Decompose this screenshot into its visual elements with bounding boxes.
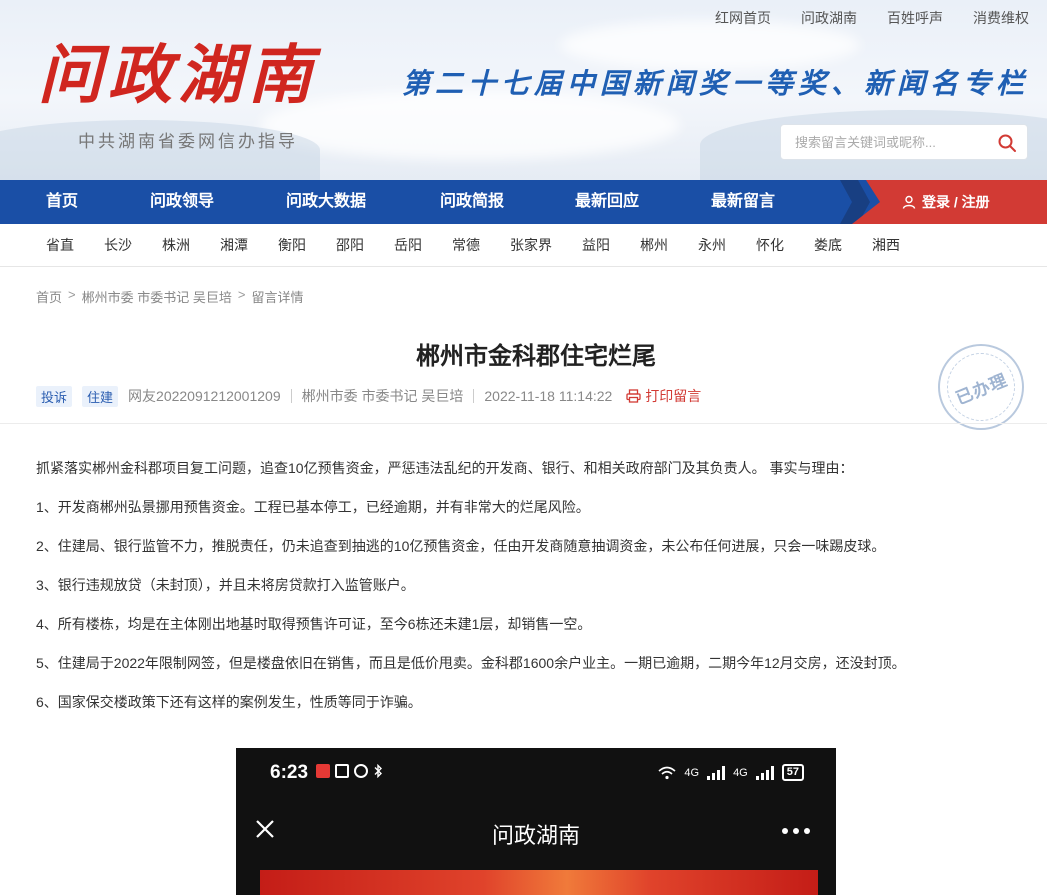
post-meta: 投诉 住建 网友2022091212001209 郴州市委 市委书记 吴巨培 2… [36, 385, 701, 407]
top-link-home[interactable]: 红网首页 [715, 8, 771, 28]
site-header: 红网首页 问政湖南 百姓呼声 消费维权 问政湖南 中共湖南省委网信办指导 第二十… [0, 0, 1047, 180]
attached-screenshot: 6:23 4G 4G 57 问政湖南 [236, 748, 836, 895]
post-paragraph: 5、住建局于2022年限制网签，但是楼盘依旧在销售，而且是低价甩卖。金科郡160… [36, 655, 906, 671]
stamp-text: 已办理 [953, 369, 1011, 408]
tag-category[interactable]: 住建 [82, 385, 119, 407]
region-item[interactable]: 邵阳 [336, 224, 364, 267]
post-paragraph: 1、开发商郴州弘景挪用预售资金。工程已基本停工，已经逾期，并有非常大的烂尾风险。 [36, 499, 590, 515]
breadcrumb-current: 留言详情 [251, 290, 304, 305]
breadcrumb: 首页 > 郴州市委 市委书记 吴巨培 > 留言详情 [36, 287, 303, 306]
post-paragraph: 6、国家保交楼政策下还有这样的案例发生，性质等同于诈骗。 [36, 694, 422, 710]
meta-divider [473, 389, 475, 403]
top-link-voice[interactable]: 百姓呼声 [887, 8, 943, 28]
post-paragraph: 2、住建局、银行监管不力，推脱责任，仍未追查到抽逃的10亿预售资金，任由开发商随… [36, 538, 886, 554]
post-author: 网友2022091212001209 [128, 388, 281, 404]
nav-item-messages[interactable]: 最新留言 [711, 180, 775, 224]
region-item[interactable]: 岳阳 [394, 224, 422, 267]
nfc-icon [335, 764, 349, 778]
network-4g-label: 4G [733, 766, 748, 779]
main-nav: 首页 问政领导 问政大数据 问政简报 最新回应 最新留言 登录 / 注册 [0, 180, 1047, 224]
login-button[interactable]: 登录 / 注册 [852, 180, 1047, 224]
content-divider [0, 423, 1047, 424]
breadcrumb-target[interactable]: 郴州市委 市委书记 吴巨培 [82, 287, 232, 306]
alarm-icon [354, 764, 368, 778]
phone-banner [260, 870, 818, 895]
post-target[interactable]: 郴州市委 市委书记 吴巨培 [302, 386, 464, 406]
print-button[interactable]: 打印留言 [626, 386, 701, 406]
post-title: 郴州市金科郡住宅烂尾 [416, 341, 656, 370]
region-bar: 省直 长沙 株洲 湘潭 衡阳 邵阳 岳阳 常德 张家界 益阳 郴州 永州 怀化 … [0, 224, 1047, 267]
wifi-icon [658, 766, 676, 779]
breadcrumb-separator: > [68, 287, 76, 302]
network-4g-label: 4G [684, 766, 700, 779]
more-icon [782, 828, 810, 834]
post-time: 2022-11-18 11:14:22 [484, 388, 613, 404]
region-item[interactable]: 娄底 [814, 224, 842, 267]
phone-app-title: 问政湖南 [491, 823, 580, 848]
nav-item-responses[interactable]: 最新回应 [575, 180, 639, 224]
meta-divider [290, 389, 292, 403]
site-logo[interactable]: 问政湖南 [38, 36, 318, 116]
region-item[interactable]: 湘潭 [220, 224, 248, 267]
logo-subtitle: 中共湖南省委网信办指导 [78, 132, 298, 151]
region-item[interactable]: 株洲 [162, 224, 190, 267]
top-links: 红网首页 问政湖南 百姓呼声 消费维权 [715, 8, 1029, 28]
post-paragraph: 4、所有楼栋，均是在主体刚出地基时取得预售许可证，至今6栋还未建1层，却销售一空… [36, 616, 592, 632]
tag-complaint[interactable]: 投诉 [36, 385, 73, 407]
processed-stamp: 已办理 [938, 344, 1024, 430]
post-paragraph: 抓紧落实郴州金科郡项目复工问题，追查10亿预售资金，严惩违法乱纪的开发商、银行、… [36, 460, 854, 476]
bluetooth-icon [374, 764, 382, 778]
search-box [780, 124, 1028, 160]
phone-time: 6:23 [270, 762, 309, 783]
phone-notification-icons [316, 764, 383, 778]
header-slogan: 第二十七届中国新闻奖一等奖、新闻名专栏 [401, 67, 1029, 100]
printer-icon [626, 389, 641, 403]
region-item[interactable]: 永州 [698, 224, 726, 267]
nav-item-bigdata[interactable]: 问政大数据 [286, 180, 366, 224]
phone-status-icons: 4G 4G 57 [658, 764, 804, 781]
top-link-consumer[interactable]: 消费维权 [973, 8, 1029, 28]
battery-icon: 57 [781, 764, 804, 781]
region-item[interactable]: 湘西 [872, 224, 900, 267]
breadcrumb-home[interactable]: 首页 [36, 287, 62, 306]
search-input[interactable] [781, 125, 991, 159]
login-label: 登录 / 注册 [922, 194, 990, 210]
region-item[interactable]: 衡阳 [278, 224, 306, 267]
signal-icon [707, 765, 726, 780]
notification-icon [316, 764, 330, 778]
region-item[interactable]: 常德 [452, 224, 480, 267]
user-icon [902, 195, 916, 209]
nav-item-leaders[interactable]: 问政领导 [150, 180, 214, 224]
region-item[interactable]: 张家界 [510, 224, 552, 267]
print-label: 打印留言 [645, 388, 702, 404]
post-body: 抓紧落实郴州金科郡项目复工问题，追查10亿预售资金，严惩违法乱纪的开发商、银行、… [36, 458, 1026, 731]
nav-item-briefing[interactable]: 问政简报 [440, 180, 504, 224]
top-link-wenzheng[interactable]: 问政湖南 [801, 8, 857, 28]
region-item[interactable]: 省直 [46, 224, 74, 267]
region-item[interactable]: 郴州 [640, 224, 668, 267]
search-icon[interactable] [997, 133, 1017, 153]
region-item[interactable]: 怀化 [756, 224, 784, 267]
breadcrumb-separator: > [237, 287, 246, 302]
signal-icon [755, 765, 774, 780]
post-paragraph: 3、银行违规放贷（未封顶），并且未将房贷款打入监管账户。 [36, 577, 415, 593]
region-item[interactable]: 长沙 [104, 224, 132, 267]
nav-item-home[interactable]: 首页 [46, 180, 78, 224]
region-item[interactable]: 益阳 [582, 224, 610, 267]
